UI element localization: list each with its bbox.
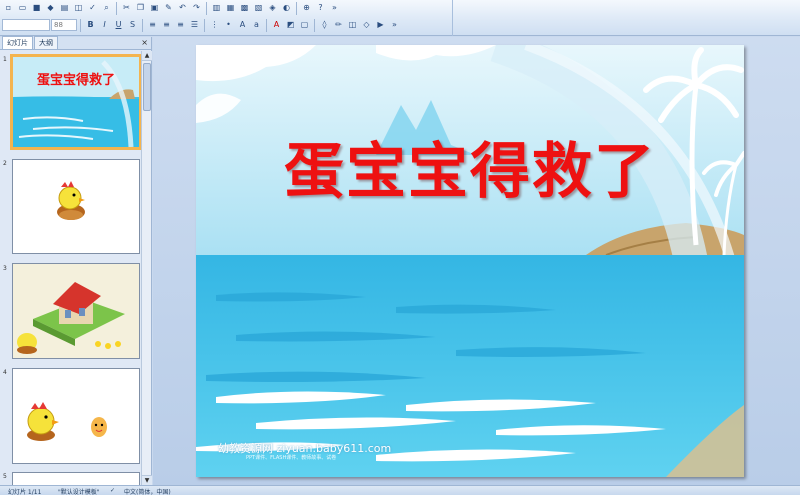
watermark-subtext: PPT课件、FLASH课件、教师故事、试卷 (246, 455, 337, 461)
drawing-icon[interactable]: ◈ (266, 2, 279, 15)
pane-tabs: 幻灯片 大纲 × (0, 36, 151, 50)
font-color-icon[interactable]: A (270, 19, 283, 32)
spelling-check-icon[interactable]: ✓ (110, 487, 115, 494)
print-icon[interactable]: ▤ (58, 2, 71, 15)
slide-thumbnail-2[interactable] (12, 159, 140, 254)
color-grayscale-icon[interactable]: ◐ (280, 2, 293, 15)
slide-thumbnail-1[interactable]: 蛋宝宝得救了 (10, 54, 142, 150)
new-icon[interactable]: ▫ (2, 2, 15, 15)
save-icon[interactable]: ■ (30, 2, 43, 15)
scroll-down-icon[interactable]: ▼ (142, 475, 152, 485)
italic-icon[interactable]: I (98, 19, 111, 32)
paste-icon[interactable]: ▣ (148, 2, 161, 15)
shadow-icon[interactable]: S (126, 19, 139, 32)
bold-icon[interactable]: B (84, 19, 97, 32)
design-icon[interactable]: ◩ (284, 19, 297, 32)
slide-thumbnail-5[interactable] (12, 472, 140, 485)
thumbnail-list: 1 蛋宝宝得救了 2 3 4 5 (0, 51, 142, 485)
help-icon[interactable]: ? (314, 2, 327, 15)
slide-editor: 蛋宝宝得救了 幼教资源网 ziyuan.baby611.com PPT课件、FL… (153, 37, 800, 485)
sea-background (196, 45, 744, 477)
tab-slides[interactable]: 幻灯片 (2, 36, 33, 49)
align-right-icon[interactable]: ≡ (174, 19, 187, 32)
shapes-icon[interactable]: ◇ (360, 19, 373, 32)
toolbar-row-1: ▫ ▭ ■ ◆ ▤ ◫ ✓ ⌕ ✂ ❐ ▣ ✎ ↶ ↷ ▥ ▦ ▩ ▧ ◈ ◐ … (2, 0, 341, 16)
bullets-icon[interactable]: • (222, 19, 235, 32)
chart-icon[interactable]: ▥ (210, 2, 223, 15)
slide-number: 5 (3, 473, 7, 480)
language-indicator: 中文(简体，中国) (124, 489, 171, 495)
slide-title[interactable]: 蛋宝宝得救了 (196, 123, 744, 210)
scroll-up-icon[interactable]: ▲ (142, 51, 152, 61)
font-size-select[interactable]: 88 (51, 19, 77, 31)
slide-1-thumbnail-title: 蛋宝宝得救了 (36, 73, 115, 88)
slide-number: 3 (3, 265, 7, 272)
cut-icon[interactable]: ✂ (120, 2, 133, 15)
theme-name: "默认设计模板" (58, 489, 100, 495)
underline-icon[interactable]: U (112, 19, 125, 32)
status-bar: 幻灯片 1/11 "默认设计模板" ✓ 中文(简体，中国) (0, 485, 800, 495)
open-icon[interactable]: ▭ (16, 2, 29, 15)
more-icon[interactable]: » (388, 19, 401, 32)
slide-number: 4 (3, 369, 7, 376)
slide-show-icon[interactable]: ▶ (374, 19, 387, 32)
font-name-select[interactable] (2, 19, 50, 31)
slide-thumbnail-4[interactable] (12, 368, 140, 464)
preview-icon[interactable]: ◫ (72, 2, 85, 15)
decrease-font-icon[interactable]: a (250, 19, 263, 32)
copy-icon[interactable]: ❐ (134, 2, 147, 15)
toolbar-row-2: 88 B I U S ≡ ≡ ≡ ☰ ⋮ • A a A ◩ ▢ ◊ ✏ ◫ ◇… (2, 17, 401, 33)
line-color-icon[interactable]: ✏ (332, 19, 345, 32)
slide-number: 2 (3, 160, 7, 167)
align-center-icon[interactable]: ≡ (160, 19, 173, 32)
close-icon[interactable]: × (141, 38, 148, 47)
ribbon-toolbar: ▫ ▭ ■ ◆ ▤ ◫ ✓ ⌕ ✂ ❐ ▣ ✎ ↶ ↷ ▥ ▦ ▩ ▧ ◈ ◐ … (0, 0, 800, 36)
research-icon[interactable]: ⌕ (100, 2, 113, 15)
hen-and-egg-illustration (27, 402, 107, 441)
tab-outline[interactable]: 大纲 (34, 36, 58, 49)
house-illustration (13, 264, 139, 358)
slide-thumbnail-3[interactable] (12, 263, 140, 359)
numbering-icon[interactable]: ⋮ (208, 19, 221, 32)
insert-picture-icon[interactable]: ▧ (252, 2, 265, 15)
slide-number: 1 (3, 56, 7, 63)
table-icon[interactable]: ▦ (224, 2, 237, 15)
tables-borders-icon[interactable]: ▩ (238, 2, 251, 15)
redo-icon[interactable]: ↷ (190, 2, 203, 15)
expand-icon[interactable]: » (328, 2, 341, 15)
increase-font-icon[interactable]: A (236, 19, 249, 32)
format-painter-icon[interactable]: ✎ (162, 2, 175, 15)
slide-counter: 幻灯片 1/11 (8, 489, 42, 495)
hen-illustration (57, 181, 85, 220)
permission-icon[interactable]: ◆ (44, 2, 57, 15)
align-left-icon[interactable]: ≡ (146, 19, 159, 32)
spelling-icon[interactable]: ✓ (86, 2, 99, 15)
current-slide[interactable]: 蛋宝宝得救了 幼教资源网 ziyuan.baby611.com PPT课件、FL… (196, 45, 744, 477)
pane-scrollbar[interactable]: ▲ ▼ (141, 51, 152, 485)
arrange-icon[interactable]: ◫ (346, 19, 359, 32)
fill-color-icon[interactable]: ◊ (318, 19, 331, 32)
undo-icon[interactable]: ↶ (176, 2, 189, 15)
new-slide-icon[interactable]: ▢ (298, 19, 311, 32)
distribute-icon[interactable]: ☰ (188, 19, 201, 32)
scroll-thumb[interactable] (143, 63, 151, 111)
zoom-icon[interactable]: ⊕ (300, 2, 313, 15)
slides-pane: 幻灯片 大纲 × 1 蛋宝宝得救了 2 3 4 5 ▲ ▼ (0, 36, 152, 485)
